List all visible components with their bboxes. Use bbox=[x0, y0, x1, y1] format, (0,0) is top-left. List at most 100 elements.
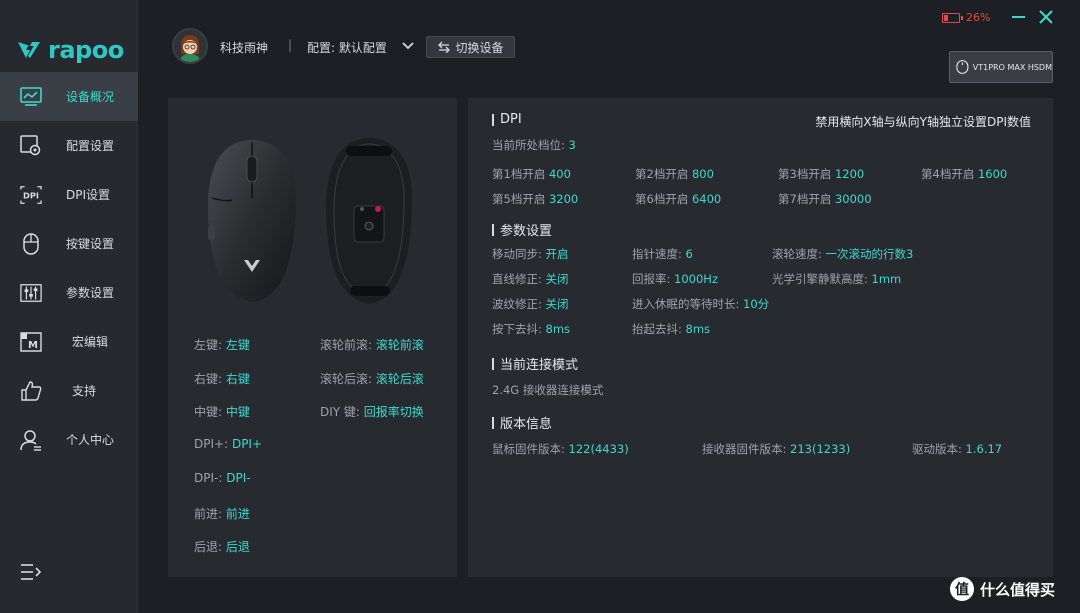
device-name: VT1PRO MAX HSDM bbox=[972, 62, 1052, 72]
sidebar-item-profile[interactable]: 个人中心 bbox=[0, 415, 138, 464]
sidebar-item-dpi[interactable]: DPI DPI设置 bbox=[0, 170, 138, 219]
sidebar-item-label: 按键设置 bbox=[66, 237, 115, 251]
chevron-down-icon[interactable] bbox=[402, 40, 414, 50]
header-separator: | bbox=[288, 38, 293, 52]
dpi-level-key: 第3档开启 bbox=[778, 167, 832, 181]
param-item-value: 开启 bbox=[545, 247, 569, 261]
param-item-key: 滚轮速度: bbox=[772, 247, 822, 261]
param-item-key: 移动同步: bbox=[492, 247, 542, 261]
param-item-value: 1mm bbox=[871, 272, 902, 286]
username[interactable]: 科技雨神 bbox=[220, 39, 268, 56]
rapoo-logo: rapoo bbox=[16, 36, 124, 64]
dpi-level-value: 400 bbox=[548, 167, 571, 181]
mapping-row-value: 右键 bbox=[225, 371, 250, 386]
connection-mode: 2.4G 接收器连接模式 bbox=[492, 383, 604, 397]
sidebar-item-buttons[interactable]: 按键设置 bbox=[0, 219, 138, 268]
param-item: 移动同步: 开启 bbox=[492, 246, 569, 262]
watermark: 值 什么值得买 bbox=[950, 577, 1055, 601]
param-item-key: 光学引擎静默高度: bbox=[772, 272, 868, 286]
mapping-row-value: 中键 bbox=[225, 405, 250, 420]
config-selector[interactable]: 配置: 默认配置 bbox=[307, 39, 387, 56]
mapping-row-value: 滚轮前滚 bbox=[375, 338, 424, 352]
sidebar-item-label: 支持 bbox=[72, 384, 97, 398]
dpi-current-value: 3 bbox=[568, 138, 576, 152]
sidebar-item-label: 个人中心 bbox=[66, 433, 115, 447]
dpi-level-key: 第2档开启 bbox=[635, 167, 689, 181]
mapping-row: DIY 键: 回报率切换 bbox=[320, 403, 424, 420]
dpi-icon: DPI bbox=[20, 184, 42, 206]
version-item-value: 213(1233) bbox=[790, 442, 851, 456]
sidebar-item-config[interactable]: 配置设置 bbox=[0, 121, 138, 170]
menu-icon[interactable] bbox=[20, 563, 42, 581]
mapping-row-value: 后退 bbox=[225, 540, 250, 555]
svg-text:DPI: DPI bbox=[23, 190, 39, 200]
watermark-logo: 值 bbox=[950, 577, 974, 601]
mapping-row-value: 前进 bbox=[225, 506, 250, 521]
param-item: 直线修正: 关闭 bbox=[492, 271, 569, 287]
mapping-row: 左键: 左键 bbox=[194, 336, 250, 353]
mapping-row-key: DPI+: bbox=[194, 437, 229, 452]
version-item-key: 鼠标固件版本: bbox=[492, 442, 565, 456]
param-item: 进入休眠的等待时长: 10分 bbox=[632, 296, 769, 312]
mapping-row-value: DPI+ bbox=[231, 437, 263, 452]
sidebar-item-params[interactable]: 参数设置 bbox=[0, 268, 138, 317]
version-item: 鼠标固件版本: 122(4433) bbox=[492, 441, 629, 457]
switch-device-label: 切换设备 bbox=[455, 40, 504, 55]
param-item-key: 回报率: bbox=[632, 272, 671, 286]
dpi-level-value: 800 bbox=[691, 167, 714, 181]
macro-icon: M bbox=[20, 331, 42, 353]
dpi-current-label: 当前所处档位: bbox=[492, 138, 565, 152]
dpi-level-value: 6400 bbox=[691, 192, 722, 206]
connection-section-title: 当前连接模式 bbox=[492, 354, 578, 373]
param-item: 回报率: 1000Hz bbox=[632, 271, 718, 287]
mouse-bottom-image bbox=[326, 138, 412, 304]
dpi-level: 第5档开启 3200 bbox=[492, 191, 578, 207]
mouse-icon bbox=[956, 60, 969, 74]
version-item: 接收器固件版本: 213(1233) bbox=[702, 441, 850, 457]
svg-text:M: M bbox=[28, 340, 38, 351]
param-item-key: 抬起去抖: bbox=[632, 322, 682, 336]
dpi-level-value: 30000 bbox=[834, 192, 872, 206]
version-item-value: 122(4433) bbox=[568, 442, 629, 456]
param-item: 抬起去抖: 8ms bbox=[632, 321, 710, 337]
mapping-row: 前进: 前进 bbox=[194, 505, 250, 522]
param-item-value: 关闭 bbox=[545, 272, 569, 286]
dpi-level-key: 第5档开启 bbox=[492, 192, 546, 206]
mapping-row-key: 右键: bbox=[194, 371, 223, 386]
param-item: 指针速度: 6 bbox=[632, 246, 693, 262]
param-item-value: 8ms bbox=[545, 322, 571, 336]
mapping-row-key: DIY 键: bbox=[320, 405, 360, 420]
param-item-key: 直线修正: bbox=[492, 272, 542, 286]
mapping-row: 滚轮后滚: 滚轮后滚 bbox=[320, 370, 424, 387]
param-item: 波纹修正: 关闭 bbox=[492, 296, 569, 312]
dpi-level: 第6档开启 6400 bbox=[635, 191, 721, 207]
version-section-title: 版本信息 bbox=[492, 413, 552, 432]
sidebar-item-support[interactable]: 支持 bbox=[0, 366, 138, 415]
mapping-row-key: 后退: bbox=[194, 540, 223, 555]
mouse-overview-panel: 左键: 左键 右键: 右键 中键: 中键 DPI+: DPI+ DPI-: DPI- 前进… bbox=[168, 98, 457, 577]
version-item: 驱动版本: 1.6.17 bbox=[912, 441, 1002, 457]
mapping-row: 后退: 后退 bbox=[194, 538, 250, 555]
dpi-level-value: 3200 bbox=[548, 192, 579, 206]
sidebar-item-label: 参数设置 bbox=[66, 286, 115, 300]
close-icon[interactable] bbox=[1038, 9, 1054, 25]
param-item-value: 1000Hz bbox=[674, 272, 718, 286]
watermark-text: 什么值得买 bbox=[980, 580, 1056, 599]
mapping-row-value: 回报率切换 bbox=[363, 405, 424, 420]
dpi-current-level: 当前所处档位: 3 bbox=[492, 137, 576, 153]
sidebar-item-macro[interactable]: M 宏编辑 bbox=[0, 317, 138, 366]
device-selector-button[interactable]: VT1PRO MAX HSDM bbox=[949, 51, 1053, 83]
param-item: 光学引擎静默高度: 1mm bbox=[772, 271, 901, 287]
sidebar-item-overview[interactable]: 设备概况 bbox=[0, 72, 138, 121]
mapping-row: 滚轮前滚: 滚轮前滚 bbox=[320, 336, 424, 353]
minimize-button[interactable] bbox=[1012, 16, 1025, 18]
dpi-section-title: DPI bbox=[492, 112, 522, 127]
param-item-key: 指针速度: bbox=[632, 247, 682, 261]
mouse-icon bbox=[20, 232, 42, 255]
sidebar-item-label: 配置设置 bbox=[66, 139, 115, 153]
switch-device-button[interactable]: 切换设备 bbox=[426, 36, 515, 58]
dpi-level-key: 第7档开启 bbox=[778, 192, 832, 206]
sidebar-item-label: DPI设置 bbox=[66, 188, 111, 202]
avatar[interactable] bbox=[172, 28, 208, 64]
param-item-value: 8ms bbox=[685, 322, 711, 336]
